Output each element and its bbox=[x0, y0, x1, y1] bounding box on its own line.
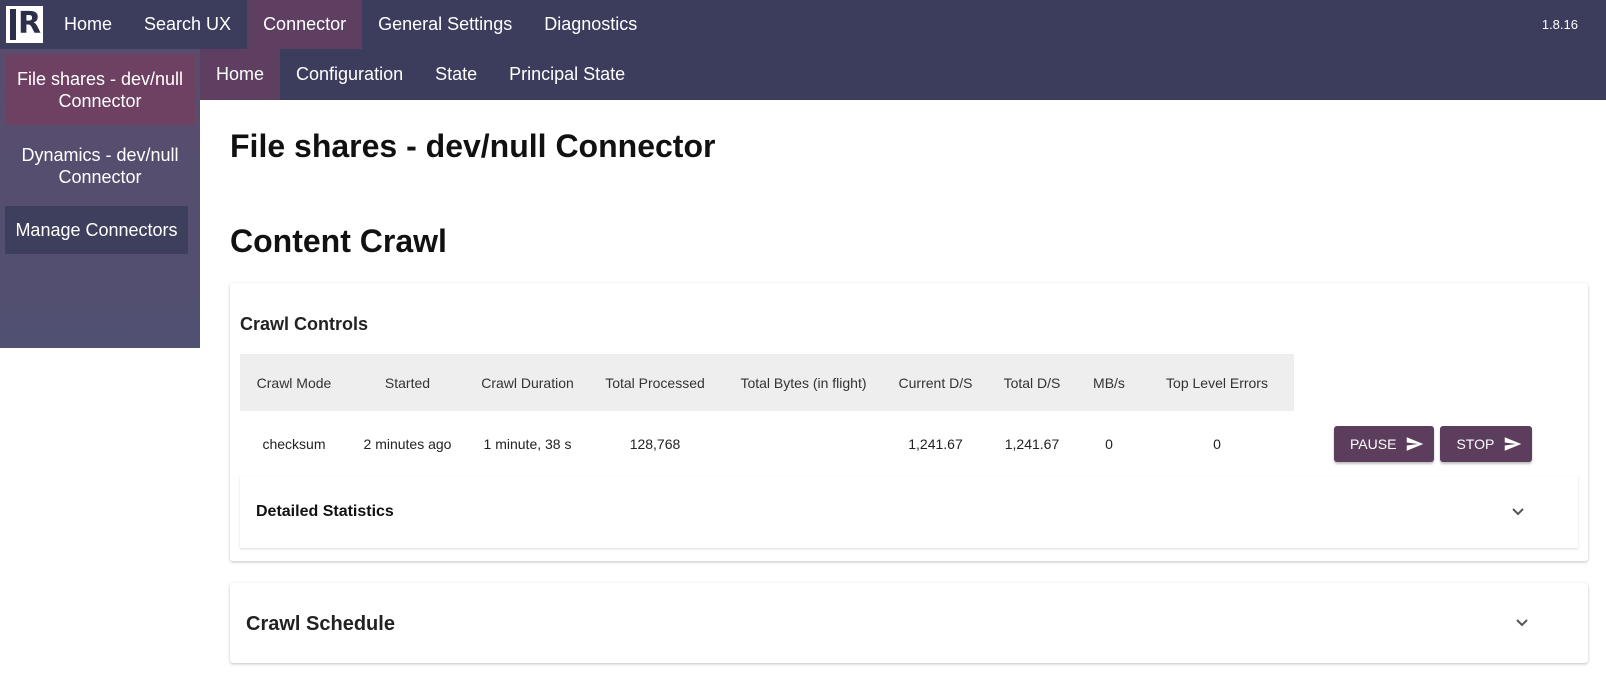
crawl-schedule-title: Crawl Schedule bbox=[246, 613, 395, 635]
sidebar: File shares - dev/null Connector Dynamic… bbox=[0, 49, 200, 348]
crawl-table: Crawl Mode Started Crawl Duration Total … bbox=[240, 354, 1578, 477]
page-title: File shares - dev/null Connector bbox=[230, 128, 716, 164]
sidebar-item-dynamics-connector[interactable]: Dynamics - dev/null Connector bbox=[5, 130, 195, 201]
crawl-schedule-card[interactable]: Crawl Schedule bbox=[230, 583, 1588, 663]
table-cell-total-bytes bbox=[722, 411, 885, 477]
nav-diagnostics[interactable]: Diagnostics bbox=[528, 0, 653, 49]
detailed-statistics-label: Detailed Statistics bbox=[256, 503, 394, 520]
table-row: checksum 2 minutes ago 1 minute, 38 s 12… bbox=[240, 411, 1578, 477]
crawl-controls-title: Crawl Controls bbox=[240, 314, 369, 334]
column-header: Total Processed bbox=[605, 374, 705, 391]
table-cell-total-ds: 1,241.67 bbox=[1004, 435, 1060, 452]
logo-i-stem bbox=[10, 9, 16, 40]
column-header: MB/s bbox=[1093, 374, 1125, 391]
table-cell-mbs: 0 bbox=[1105, 435, 1113, 452]
sub-nav-bar: Home Configuration State Principal State bbox=[200, 49, 1606, 100]
pause-button-label: PAUSE bbox=[1350, 435, 1397, 452]
stop-button-label: STOP bbox=[1456, 435, 1495, 452]
ir-logo-icon[interactable]: R bbox=[6, 6, 43, 43]
table-cell-current-ds: 1,241.67 bbox=[908, 435, 963, 452]
column-header: Top Level Errors bbox=[1166, 374, 1268, 391]
crawl-actions: PAUSE STOP bbox=[1334, 425, 1533, 462]
send-icon bbox=[1407, 436, 1424, 451]
send-icon bbox=[1505, 436, 1522, 451]
column-header: Total Bytes (in flight) bbox=[740, 374, 867, 391]
version-label: 1.8.16 bbox=[1541, 17, 1578, 32]
crawl-controls-card: Crawl Controls Crawl Mode Started Crawl … bbox=[230, 283, 1588, 561]
stop-button[interactable]: STOP bbox=[1440, 425, 1533, 462]
tab-state[interactable]: State bbox=[419, 49, 493, 100]
table-cell-total-processed: 128,768 bbox=[629, 435, 681, 452]
pause-button[interactable]: PAUSE bbox=[1334, 425, 1435, 462]
column-header: Current D/S bbox=[898, 374, 973, 391]
column-header: Started bbox=[384, 374, 431, 391]
nav-home[interactable]: Home bbox=[48, 0, 128, 49]
tab-configuration[interactable]: Configuration bbox=[280, 49, 419, 100]
chevron-down-icon[interactable] bbox=[1511, 507, 1525, 517]
sidebar-item-manage-connectors[interactable]: Manage Connectors bbox=[5, 206, 188, 254]
table-header-row: Crawl Mode Started Crawl Duration Total … bbox=[240, 354, 1578, 411]
column-header: Crawl Mode bbox=[256, 374, 332, 391]
tab-home[interactable]: Home bbox=[200, 49, 281, 100]
table-cell-top-level-errors: 0 bbox=[1213, 435, 1221, 452]
section-title-content-crawl: Content Crawl bbox=[230, 223, 447, 259]
table-cell-duration: 1 minute, 38 s bbox=[483, 435, 572, 452]
chevron-down-icon[interactable] bbox=[1515, 618, 1529, 628]
tab-principal-state[interactable]: Principal State bbox=[493, 49, 641, 100]
table-cell-crawl-mode: checksum bbox=[262, 435, 326, 452]
logo-r-glyph: R bbox=[18, 6, 42, 41]
nav-search-ux[interactable]: Search UX bbox=[128, 0, 247, 49]
column-header: Crawl Duration bbox=[481, 374, 574, 391]
top-nav-bar: R Home Search UX Connector General Setti… bbox=[0, 0, 1606, 49]
column-header: Total D/S bbox=[1003, 374, 1061, 391]
detailed-statistics-expander[interactable]: Detailed Statistics bbox=[240, 476, 1578, 548]
sidebar-item-file-shares-connector[interactable]: File shares - dev/null Connector bbox=[5, 54, 195, 125]
table-cell-started: 2 minutes ago bbox=[363, 435, 452, 452]
nav-connector[interactable]: Connector bbox=[247, 0, 363, 49]
nav-general-settings[interactable]: General Settings bbox=[362, 0, 528, 49]
